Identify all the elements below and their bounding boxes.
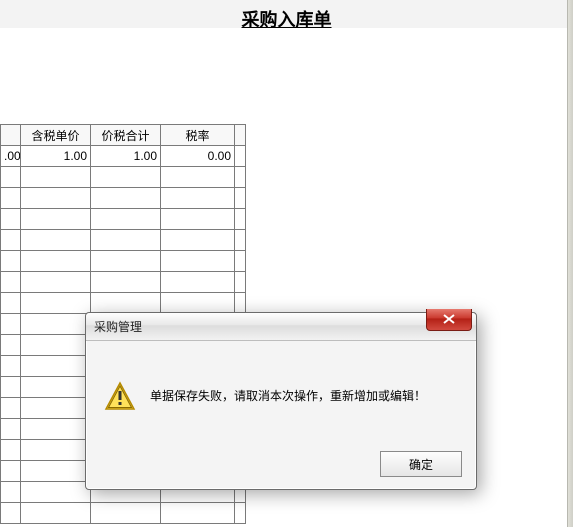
close-button[interactable]	[426, 309, 472, 331]
cell[interactable]	[235, 146, 246, 167]
table-row[interactable]	[1, 272, 246, 293]
col-header-extra	[235, 125, 246, 146]
error-dialog: 采购管理 单据保存失败，请取消本次操作，重新增加或编辑！ 确定	[85, 312, 477, 490]
close-icon	[443, 313, 455, 327]
table-header-row: 含税单价 价税合计 税率	[1, 125, 246, 146]
col-header-tax-total: 价税合计	[91, 125, 161, 146]
table-row[interactable]	[1, 209, 246, 230]
col-header-blank	[1, 125, 21, 146]
table-row[interactable]: .00 1.00 1.00 0.00	[1, 146, 246, 167]
scrollbar-edge[interactable]	[567, 0, 573, 527]
dialog-body: 单据保存失败，请取消本次操作，重新增加或编辑！	[86, 341, 476, 433]
cell[interactable]: 0.00	[161, 146, 235, 167]
table-row[interactable]	[1, 251, 246, 272]
dialog-title: 采购管理	[94, 318, 142, 335]
table-row[interactable]	[1, 503, 246, 524]
table-row[interactable]	[1, 188, 246, 209]
cell[interactable]: 1.00	[21, 146, 91, 167]
table-row[interactable]	[1, 167, 246, 188]
col-header-tax-rate: 税率	[161, 125, 235, 146]
ok-button[interactable]: 确定	[380, 451, 462, 477]
cell[interactable]: 1.00	[91, 146, 161, 167]
table-row[interactable]	[1, 293, 246, 314]
dialog-titlebar[interactable]: 采购管理	[86, 313, 476, 341]
warning-icon	[104, 381, 136, 413]
col-header-tax-price: 含税单价	[21, 125, 91, 146]
cell[interactable]: .00	[1, 146, 21, 167]
table-row[interactable]	[1, 230, 246, 251]
dialog-footer: 确定	[380, 451, 462, 477]
dialog-message: 单据保存失败，请取消本次操作，重新增加或编辑！	[150, 387, 426, 406]
